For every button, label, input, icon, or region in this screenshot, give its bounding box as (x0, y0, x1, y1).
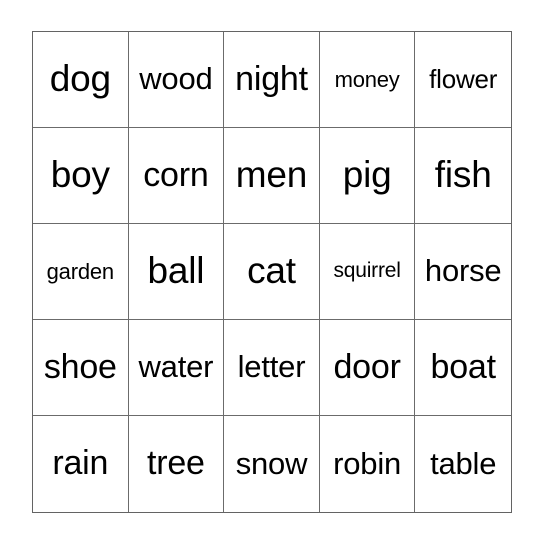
bingo-cell-label: flower (429, 63, 498, 94)
bingo-cell-r5c3[interactable]: snow (224, 416, 320, 512)
bingo-cell-r3c5[interactable]: horse (415, 224, 511, 320)
bingo-cell-label: squirrel (333, 259, 401, 283)
bingo-card-grid: dog wood night money flower boy corn men… (32, 31, 512, 513)
bingo-cell-label: dog (49, 58, 111, 100)
bingo-cell-r2c4[interactable]: pig (319, 128, 416, 224)
bingo-cell-r1c4[interactable]: money (319, 32, 416, 128)
bingo-cell-r3c3[interactable]: cat (224, 224, 320, 320)
bingo-cell-r1c5[interactable]: flower (415, 32, 511, 128)
bingo-cell-r5c1[interactable]: rain (33, 416, 129, 512)
bingo-cell-label: door (333, 347, 401, 386)
bingo-cell-r5c4[interactable]: robin (319, 416, 416, 512)
bingo-cell-r4c5[interactable]: boat (415, 320, 511, 416)
bingo-cell-r1c1[interactable]: dog (33, 32, 129, 128)
bingo-cell-r1c2[interactable]: wood (128, 32, 225, 128)
bingo-cell-label: letter (237, 349, 306, 385)
bingo-cell-r1c3[interactable]: night (224, 32, 320, 128)
bingo-cell-label: rain (52, 444, 109, 483)
bingo-cell-label: water (138, 349, 214, 385)
bingo-cell-r3c4[interactable]: squirrel (319, 224, 416, 320)
bingo-cell-r3c2[interactable]: ball (128, 224, 225, 320)
bingo-cell-r4c3[interactable]: letter (224, 320, 320, 416)
bingo-cell-label: wood (139, 61, 213, 97)
bingo-cell-r4c2[interactable]: water (128, 320, 225, 416)
bingo-cell-r4c1[interactable]: shoe (33, 320, 129, 416)
bingo-cell-label: pig (342, 154, 392, 196)
bingo-cell-r2c3[interactable]: men (224, 128, 320, 224)
bingo-cell-r2c2[interactable]: corn (128, 128, 225, 224)
bingo-cell-label: ball (147, 250, 205, 292)
bingo-cell-r5c5[interactable]: table (415, 416, 511, 512)
bingo-cell-r4c4[interactable]: door (319, 320, 416, 416)
bingo-cell-label: horse (424, 253, 502, 289)
bingo-cell-label: cat (247, 250, 296, 292)
bingo-cell-label: robin (333, 445, 402, 481)
bingo-cell-label: night (235, 59, 308, 98)
bingo-cell-label: boy (50, 154, 110, 196)
bingo-cell-r5c2[interactable]: tree (128, 416, 225, 512)
bingo-cell-label: garden (46, 258, 115, 284)
bingo-page: dog wood night money flower boy corn men… (0, 0, 544, 544)
bingo-cell-label: fish (434, 154, 492, 196)
bingo-cell-r2c5[interactable]: fish (415, 128, 511, 224)
bingo-cell-r2c1[interactable]: boy (33, 128, 129, 224)
bingo-cell-label: tree (146, 444, 205, 483)
bingo-cell-label: men (235, 154, 308, 196)
bingo-cell-label: corn (143, 155, 209, 194)
bingo-cell-label: boat (430, 347, 497, 386)
bingo-cell-r3c1[interactable]: garden (33, 224, 129, 320)
bingo-cell-label: money (334, 66, 400, 92)
bingo-cell-label: table (430, 445, 497, 481)
bingo-cell-label: snow (235, 445, 308, 481)
bingo-cell-label: shoe (43, 347, 117, 386)
